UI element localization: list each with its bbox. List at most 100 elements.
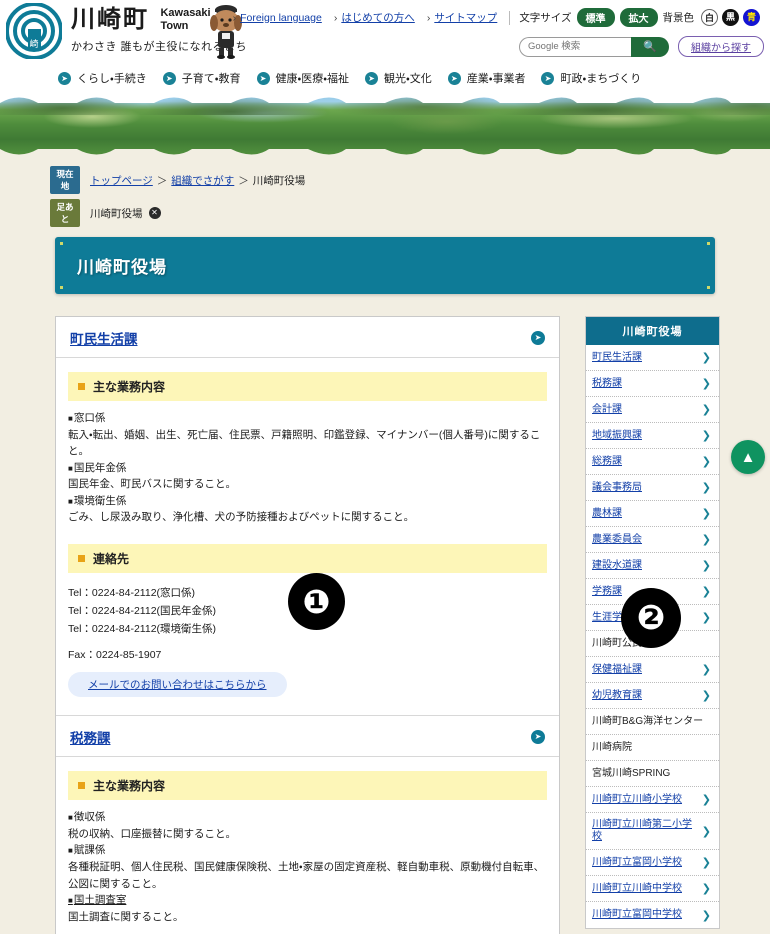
bg-color-blue-button[interactable]: 青 xyxy=(743,9,760,26)
divider xyxy=(509,10,511,25)
header-utility-links: Foreign language はじめての方へ サイトマップ 文字サイズ 標準… xyxy=(233,8,764,27)
link-first-time-guide[interactable]: はじめての方へ xyxy=(334,10,415,25)
chevron-right-icon: ❯ xyxy=(701,482,711,494)
duty-text: 税の収納、口座振替に関すること。 xyxy=(68,827,236,840)
sidebar-item[interactable]: 川崎町立富岡小学校 ❯ xyxy=(586,850,719,876)
sidebar-item[interactable]: 税務課 ❯ xyxy=(586,371,719,397)
nav-item-kurashi[interactable]: ➤ くらし・手続き xyxy=(58,70,147,86)
nav-item-kosodate[interactable]: ➤ 子育て・教育 xyxy=(162,70,241,86)
annotation-marker-2: ❷ xyxy=(621,588,681,648)
sidebar-item-label: 宮城川崎SPRING xyxy=(592,767,671,779)
sidebar-item-label: 地域振興課 xyxy=(592,429,642,441)
nav-item-sangyo[interactable]: ➤ 産業・事業者 xyxy=(447,70,526,86)
sidebar-item-label: 幼児教育課 xyxy=(592,689,642,701)
nav-label: 町政・まちづくり xyxy=(560,73,642,85)
town-name-jp: 川崎町 xyxy=(71,5,149,33)
chevron-right-icon: ➤ xyxy=(364,71,378,85)
section-heading-label: 主な業務内容 xyxy=(93,380,166,394)
bg-color-black-button[interactable]: 黒 xyxy=(722,9,739,26)
chevron-right-icon: ❯ xyxy=(701,883,711,895)
chevron-right-icon[interactable]: ➤ xyxy=(531,331,545,345)
sidebar-item[interactable]: 川崎町立川崎第二小学校 ❯ xyxy=(586,813,719,850)
sidebar-item-label: 川崎町立川崎中学校 xyxy=(592,882,682,894)
search-icon[interactable]: 🔍 xyxy=(631,36,669,57)
department-header: 町民生活課 ➤ xyxy=(56,317,559,358)
nav-label: 健康・医療・福祉 xyxy=(275,73,349,85)
nav-item-chosei[interactable]: ➤ 町政・まちづくり xyxy=(541,70,641,86)
font-size-standard-button[interactable]: 標準 xyxy=(576,8,615,27)
sidebar-item[interactable]: 会計課 ❯ xyxy=(586,397,719,423)
sidebar-item-label: 学務課 xyxy=(592,585,622,597)
nav-label: 観光・文化 xyxy=(383,73,432,85)
chevron-right-icon: ➤ xyxy=(541,71,555,85)
sidebar-item[interactable]: 農業委員会 ❯ xyxy=(586,527,719,553)
section-heading-label: 主な業務内容 xyxy=(93,779,166,794)
breadcrumb: 現在地 トップページ ＞ 組織でさがす ＞ 川崎町役場 足あと 川崎町役場 ✕ xyxy=(0,160,770,227)
chevron-right-icon: ❯ xyxy=(701,664,711,676)
chevron-right-icon: ❯ xyxy=(701,909,711,922)
department-header: 税務課 ➤ xyxy=(56,716,559,758)
section-heading-contact: 連絡先 xyxy=(68,544,547,574)
close-icon[interactable]: ✕ xyxy=(148,207,161,219)
nav-item-kenko[interactable]: ➤ 健康・医療・福祉 xyxy=(256,70,349,86)
nav-label: 産業・事業者 xyxy=(466,73,526,85)
department-title-link[interactable]: 町民生活課 xyxy=(70,328,138,348)
sidebar-item-label: 川崎町立川崎第二小学校 xyxy=(592,819,692,842)
sidebar-title: 川崎町役場 xyxy=(586,317,719,345)
breadcrumb-link-org[interactable]: 組織でさがす xyxy=(171,173,234,188)
duty-text: 転入・転出、婚姻、出生、死亡届、住民票、戸籍照明、印鑑登録、マイナンバー(個人番… xyxy=(68,428,541,458)
chevron-right-icon: ➤ xyxy=(58,71,71,85)
chevron-right-icon: ❯ xyxy=(701,378,711,390)
org-search-button[interactable]: 組織から探す xyxy=(678,36,764,57)
chevron-right-icon: ➤ xyxy=(162,71,176,85)
font-size-large-button[interactable]: 拡大 xyxy=(619,8,658,27)
sidebar-item[interactable]: 地域振興課 ❯ xyxy=(586,423,719,449)
breadcrumb-trail-tag: 足あと xyxy=(50,199,80,227)
bg-color-white-button[interactable]: 白 xyxy=(701,9,718,26)
sidebar-item-label: 建設水道課 xyxy=(592,559,642,571)
nav-item-kanko[interactable]: ➤ 観光・文化 xyxy=(364,70,432,86)
sidebar-item[interactable]: 町民生活課 ❯ xyxy=(586,345,719,371)
sidebar-item-label: 保健福祉課 xyxy=(592,663,642,675)
sidebar-item[interactable]: 保健福祉課 ❯ xyxy=(586,657,719,683)
chevron-right-icon: ❯ xyxy=(701,586,711,598)
wave-edge-bottom xyxy=(0,149,770,160)
chevron-right-icon[interactable]: ➤ xyxy=(531,730,545,745)
section-heading-main-duties: 主な業務内容 xyxy=(68,771,547,801)
breadcrumb-current-page: 川崎町役場 xyxy=(252,174,306,187)
sidebar-item[interactable]: 建設水道課 ❯ xyxy=(586,553,719,579)
chevron-right-icon: ❯ xyxy=(701,404,711,416)
department-title-link[interactable]: 税務課 xyxy=(70,727,111,747)
duty-label: 国民年金係 xyxy=(68,460,547,477)
corner-dot xyxy=(60,242,63,245)
link-sitemap[interactable]: サイトマップ xyxy=(427,10,497,25)
sidebar-item-label: 議会事務局 xyxy=(592,481,642,493)
sidebar-item[interactable]: 議会事務局 ❯ xyxy=(586,475,719,501)
corner-dot xyxy=(707,242,710,245)
breadcrumb-link-top[interactable]: トップページ xyxy=(90,173,153,188)
bullet-square-icon xyxy=(78,383,85,390)
sidebar-item-label: 川崎町立川崎小学校 xyxy=(592,793,682,805)
breadcrumb-separator: ＞ xyxy=(238,174,249,187)
sidebar-item-label: 川崎町B&G海洋センター xyxy=(592,715,704,727)
page-title: 川崎町役場 xyxy=(77,258,167,277)
scroll-to-top-button[interactable]: ▲ xyxy=(731,440,765,474)
sidebar-item[interactable]: 総務課 ❯ xyxy=(586,449,719,475)
search-input[interactable] xyxy=(519,36,631,57)
chevron-right-icon: ❯ xyxy=(701,794,711,806)
section-heading-main-duties: 主な業務内容 xyxy=(68,372,547,401)
chevron-right-icon: ❯ xyxy=(701,857,711,869)
annotation-marker-1: ❶ xyxy=(288,573,345,630)
sidebar-item[interactable]: 川崎町立富岡中学校 ❯ xyxy=(586,902,719,928)
sidebar-item[interactable]: 農林課 ❯ xyxy=(586,501,719,527)
hero-banner-image xyxy=(0,92,770,160)
sidebar-item[interactable]: 川崎町立川崎中学校 ❯ xyxy=(586,876,719,902)
chevron-right-icon: ❯ xyxy=(701,534,711,546)
chevron-right-icon: ❯ xyxy=(701,352,711,364)
main-duties-text: 窓口係 転入・転出、婚姻、出生、死亡届、住民票、戸籍照明、印鑑登録、マイナンバー… xyxy=(68,410,547,526)
sidebar-item[interactable]: 幼児教育課 ❯ xyxy=(586,683,719,709)
email-contact-button[interactable]: メールでのお問い合わせはこちらから xyxy=(68,672,287,698)
link-foreign-language[interactable]: Foreign language xyxy=(233,12,322,24)
sidebar-item[interactable]: 川崎町立川崎小学校 ❯ xyxy=(586,787,719,813)
duty-label: 環境衛生係 xyxy=(68,493,547,510)
